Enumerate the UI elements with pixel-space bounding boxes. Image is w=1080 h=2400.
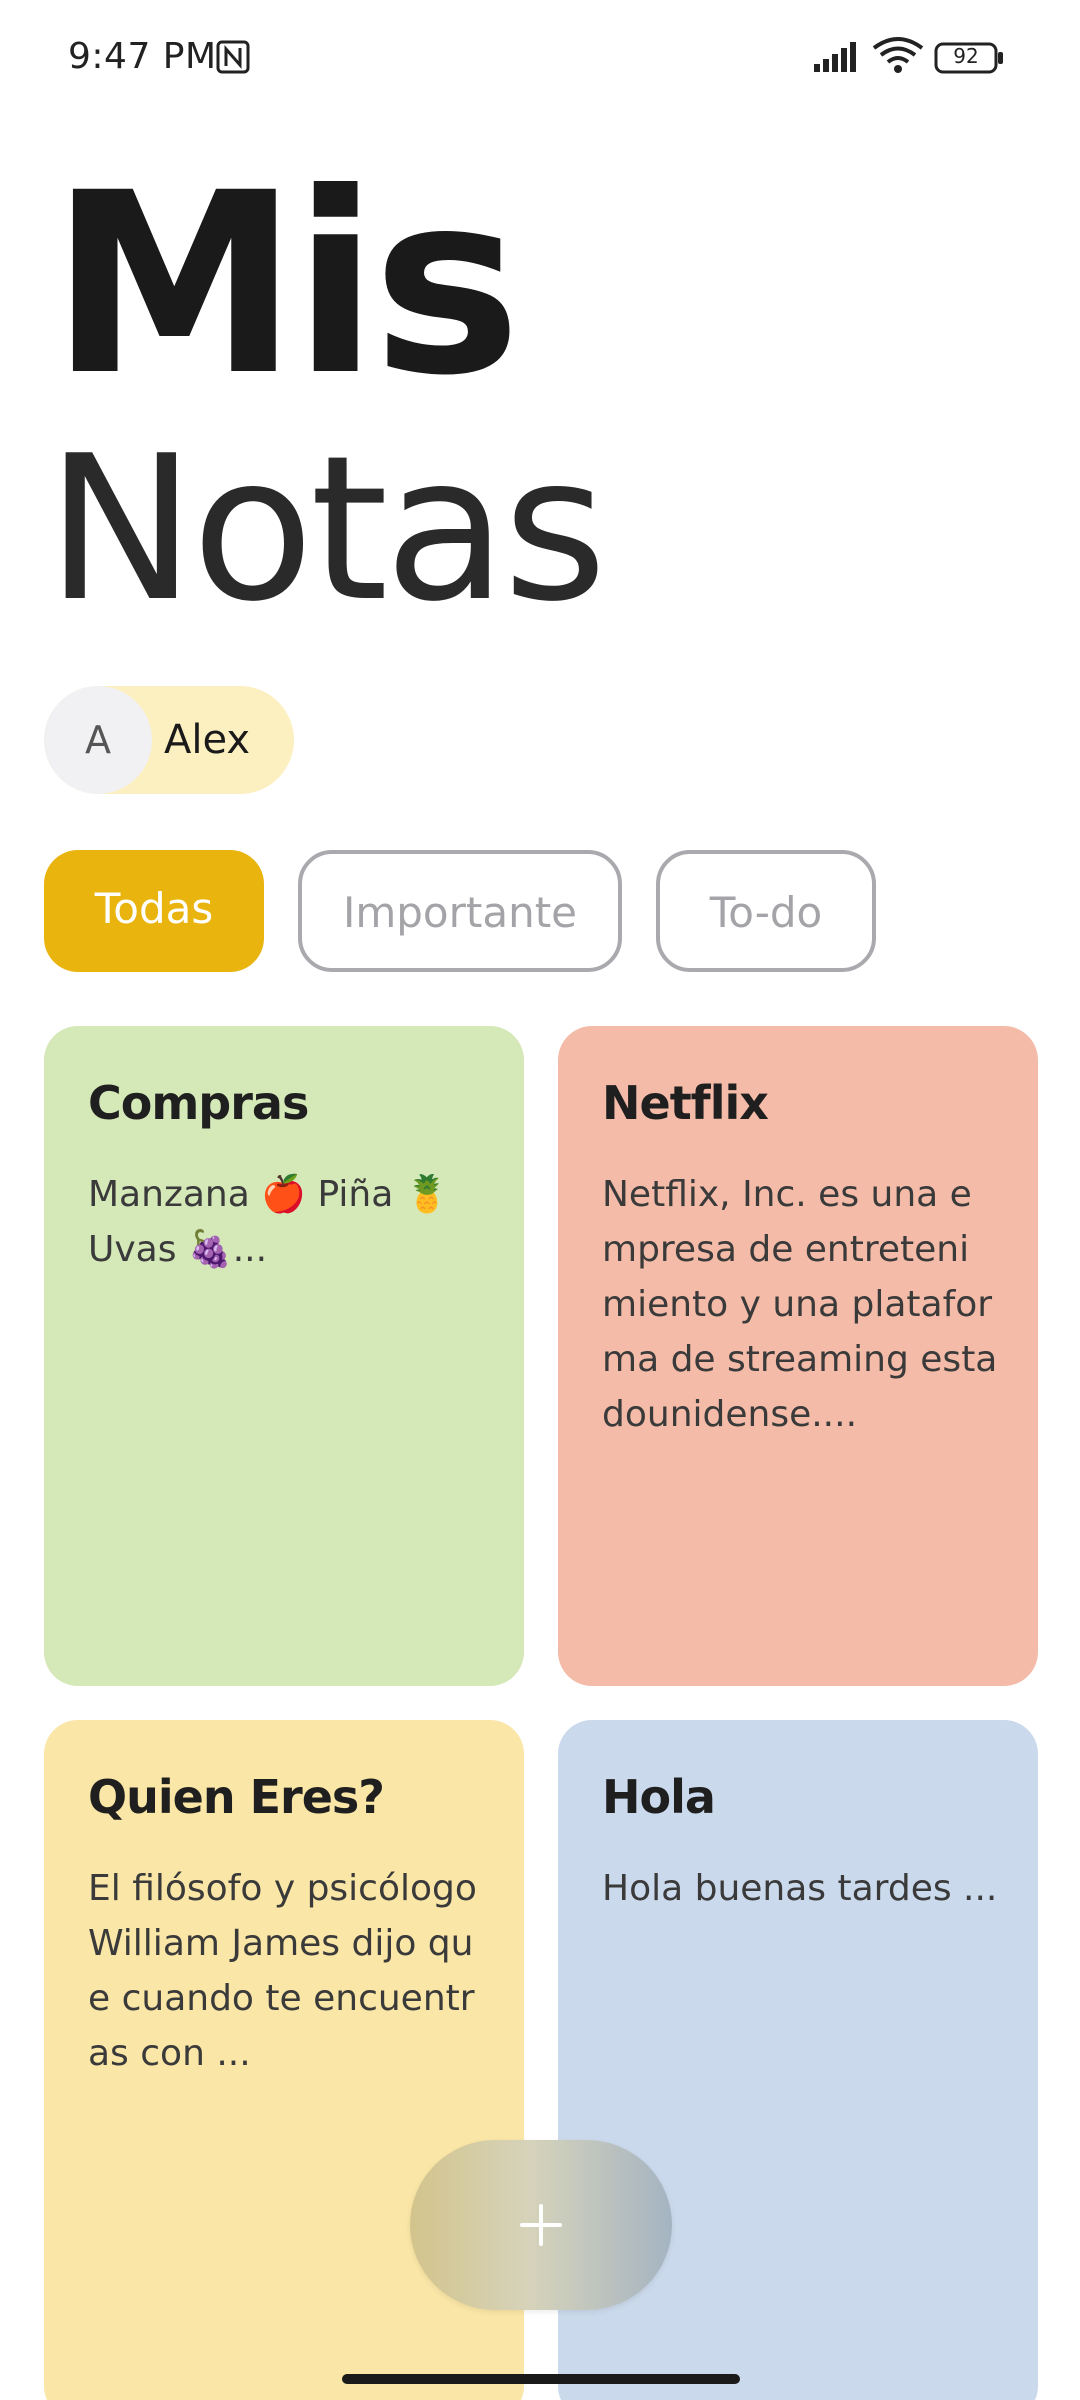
tab-todo[interactable]: To-do bbox=[656, 850, 876, 972]
page-title-line2: Notas bbox=[46, 413, 607, 646]
status-time: 9:47 PM bbox=[68, 36, 217, 77]
note-title: Compras bbox=[88, 1076, 309, 1130]
status-bar: 9:47 PM 92 bbox=[0, 0, 1080, 120]
avatar: A bbox=[44, 686, 152, 794]
user-name: Alex bbox=[164, 717, 251, 763]
tab-todas[interactable]: Todas bbox=[44, 850, 264, 972]
note-title: Hola bbox=[602, 1770, 716, 1824]
note-card-netflix[interactable]: Netflix Netflix, Inc. es una empresa de … bbox=[558, 1026, 1038, 1686]
note-body: El filósofo y psicólogo William James di… bbox=[88, 1868, 477, 2075]
page-title-line1: Mis bbox=[50, 139, 521, 430]
wifi-icon bbox=[872, 37, 924, 73]
tab-importante[interactable]: Importante bbox=[298, 850, 622, 972]
note-title: Netflix bbox=[602, 1076, 769, 1130]
signal-icon bbox=[814, 42, 856, 72]
add-note-button[interactable] bbox=[410, 2140, 672, 2310]
note-body: Hola buenas tardes ... bbox=[602, 1868, 998, 1910]
note-card-compras[interactable]: Compras Manzana 🍎 Piña 🍍 Uvas 🍇... bbox=[44, 1026, 524, 1686]
home-indicator[interactable] bbox=[342, 2374, 740, 2384]
battery-level: 92 bbox=[953, 44, 979, 68]
nfc-icon bbox=[216, 40, 250, 74]
plus-icon bbox=[520, 2204, 562, 2246]
note-body: Manzana 🍎 Piña 🍍 Uvas 🍇... bbox=[88, 1174, 450, 1271]
user-chip[interactable]: A Alex bbox=[44, 686, 294, 794]
note-title: Quien Eres? bbox=[88, 1770, 385, 1824]
note-body: Netflix, Inc. es una empresa de entreten… bbox=[602, 1174, 998, 1436]
